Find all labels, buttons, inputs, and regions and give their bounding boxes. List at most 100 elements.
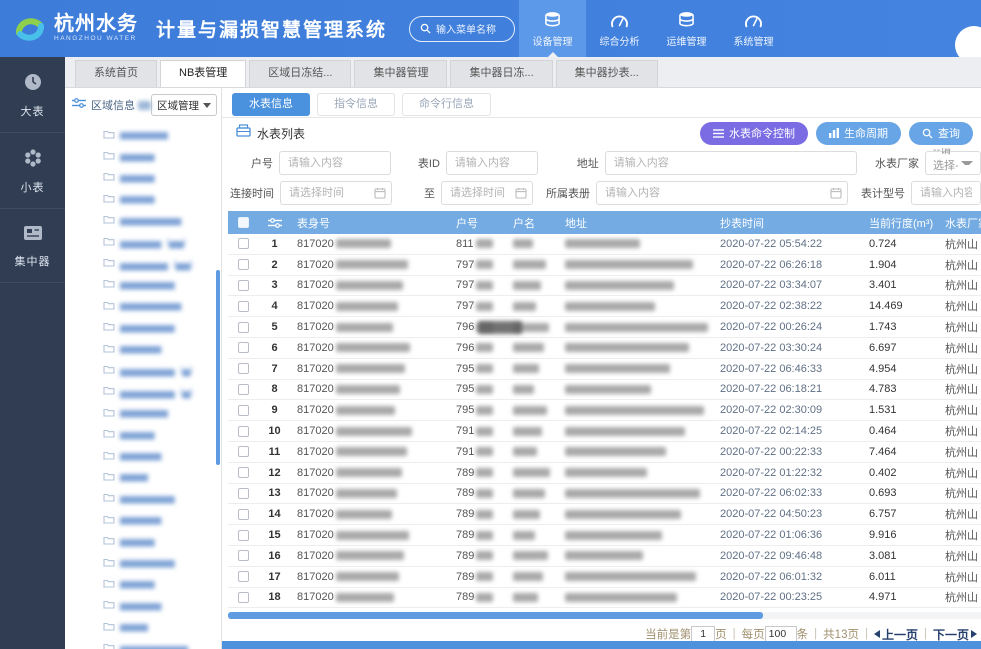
form-input-所属表册[interactable] [596, 181, 848, 205]
address-cell [565, 406, 720, 415]
left-rail: 大表小表集中器 [0, 57, 65, 649]
folder-icon [103, 489, 115, 507]
tree-scrollbar[interactable] [216, 270, 220, 465]
tree-node[interactable]: ▅▅▅▅▅▅ [103, 338, 221, 359]
row-checkbox[interactable] [238, 259, 249, 270]
table-row: 48170207972020-07-22 02:38:2214.469杭州山 [228, 296, 981, 317]
row-checkbox[interactable] [238, 384, 249, 395]
tree-node[interactable]: ▅▅▅▅▅▅（▅▅） [103, 231, 221, 252]
tree-node[interactable]: ▅▅▅▅▅▅▅▅ [103, 317, 221, 338]
nav-item-设备管理[interactable]: 设备管理 [519, 0, 586, 57]
workspace-tab-集中器管理[interactable]: 集中器管理 [354, 60, 447, 87]
form-input-表ID[interactable] [446, 151, 538, 175]
meter-command-control-button[interactable]: 水表命令控制 [700, 122, 808, 145]
row-checkbox[interactable] [238, 509, 249, 520]
rail-item-大表[interactable]: 大表 [0, 57, 65, 133]
row-index-cell: 6 [258, 342, 291, 354]
row-checkbox[interactable] [238, 322, 249, 333]
menu-search-input[interactable]: 输入菜单名称 [409, 16, 515, 42]
workspace-tab-系统首页[interactable]: 系统首页 [75, 60, 157, 87]
address-cell [565, 531, 720, 540]
folder-icon [103, 275, 115, 293]
tree-node[interactable]: ▅▅▅▅▅▅▅▅（▅） [103, 359, 221, 380]
row-checkbox[interactable] [238, 405, 249, 416]
redacted-text [565, 364, 670, 373]
row-checkbox[interactable] [238, 446, 249, 457]
form-input-至[interactable] [441, 181, 533, 205]
region-mode-select[interactable]: 区域管理 [151, 94, 217, 116]
nav-item-综合分析[interactable]: 综合分析 [586, 0, 653, 57]
meter-tab-命令行信息[interactable]: 命令行信息 [402, 93, 491, 116]
redacted-text [565, 447, 666, 456]
tree-node[interactable]: ▅▅▅▅▅▅▅ [103, 124, 221, 145]
meter-tab-指令信息[interactable]: 指令信息 [317, 93, 395, 116]
row-checkbox[interactable] [238, 238, 249, 249]
row-checkbox[interactable] [238, 488, 249, 499]
form-input-连接时间[interactable] [280, 181, 392, 205]
tree-node[interactable]: ▅▅▅▅▅▅▅▅ [103, 552, 221, 573]
workspace-tab-区域日冻结...[interactable]: 区域日冻结... [249, 60, 351, 87]
tree-node[interactable]: ▅▅▅▅ [103, 466, 221, 487]
tree-node[interactable]: ▅▅▅▅ [103, 616, 221, 637]
tree-node[interactable]: ▅▅▅▅▅▅ [103, 445, 221, 466]
redacted-text [513, 551, 548, 560]
account-number-prefix: 789 [456, 571, 474, 583]
account-number-prefix: 789 [456, 487, 474, 499]
workspace-tab-NB表管理[interactable]: NB表管理 [160, 60, 246, 87]
tree-node[interactable]: ▅▅▅▅▅▅▅▅▅ [103, 295, 221, 316]
lifecycle-button[interactable]: 生命周期 [816, 122, 901, 145]
tree-node[interactable]: ▅▅▅▅▅▅▅（▅▅） [103, 252, 221, 273]
tree-node[interactable]: ▅▅▅▅▅▅▅▅ [103, 488, 221, 509]
nav-item-运维管理[interactable]: 运维管理 [653, 0, 720, 57]
page-number-input[interactable] [691, 626, 715, 642]
tree-node[interactable]: ▅▅▅▅▅ [103, 167, 221, 188]
row-checkbox[interactable] [238, 571, 249, 582]
tree-node[interactable]: ▅▅▅▅▅▅▅▅▅ [103, 210, 221, 231]
tree-node[interactable]: ▅▅▅▅▅▅▅▅（▅） [103, 381, 221, 402]
tree-node[interactable]: ▅▅▅▅▅▅ [103, 595, 221, 616]
form-select-水表厂家[interactable]: --请选择-- [925, 151, 981, 175]
tree-node[interactable]: ▅▅▅▅▅ [103, 188, 221, 209]
query-button[interactable]: 查询 [909, 122, 973, 145]
sliders-icon[interactable] [72, 96, 86, 114]
rail-item-小表[interactable]: 小表 [0, 133, 65, 209]
nav-item-系统管理[interactable]: 系统管理 [720, 0, 787, 57]
row-checkbox[interactable] [238, 592, 249, 603]
redacted-text [476, 593, 493, 602]
row-checkbox[interactable] [238, 280, 249, 291]
row-checkbox[interactable] [238, 342, 249, 353]
row-checkbox[interactable] [238, 467, 249, 478]
page-size-input[interactable] [765, 626, 797, 642]
current-reading-cell: 4.971 [855, 591, 945, 603]
page-title: 计量与漏损智慧管理系统 [156, 15, 387, 42]
tree-node[interactable]: ▅▅▅▅▅▅▅ [103, 402, 221, 423]
column-settings-icon[interactable] [258, 217, 291, 229]
workspace-tab-集中器抄表...[interactable]: 集中器抄表... [556, 60, 658, 87]
tree-node[interactable]: ▅▅▅▅▅ [103, 145, 221, 166]
tree-node[interactable]: ▅▅▅▅▅▅▅▅ [103, 274, 221, 295]
form-input-表计型号[interactable] [911, 181, 981, 205]
row-checkbox-cell [228, 238, 258, 249]
tree-node[interactable]: ▅▅▅▅▅ [103, 573, 221, 594]
row-checkbox[interactable] [238, 301, 249, 312]
workspace-tab-集中器日冻...[interactable]: 集中器日冻... [450, 60, 552, 87]
row-checkbox[interactable] [238, 530, 249, 541]
select-all-checkbox[interactable] [238, 217, 249, 228]
horizontal-scrollbar-thumb[interactable] [228, 612, 763, 619]
form-input-户号[interactable] [279, 151, 391, 175]
tree-node[interactable]: ▅▅▅▅▅ [103, 530, 221, 551]
row-checkbox[interactable] [238, 550, 249, 561]
table-list-icon [236, 124, 251, 142]
row-checkbox[interactable] [238, 363, 249, 374]
tree-node[interactable]: ▅▅▅▅▅ [103, 423, 221, 444]
meter-tab-水表信息[interactable]: 水表信息 [232, 93, 310, 116]
rail-item-集中器[interactable]: 集中器 [0, 209, 65, 283]
row-checkbox[interactable] [238, 426, 249, 437]
account-number-prefix: 789 [456, 508, 474, 520]
form-label-所属表册: 所属表册 [546, 185, 590, 201]
row-index: 18 [264, 591, 286, 603]
tree-node[interactable]: ▅▅▅▅▅▅ [103, 509, 221, 530]
form-input-地址[interactable] [605, 151, 857, 175]
tree-node[interactable]: ▅▅▅▅▅▅▅▅▅▅ [103, 637, 221, 649]
bottom-scrollbar[interactable] [222, 641, 981, 649]
